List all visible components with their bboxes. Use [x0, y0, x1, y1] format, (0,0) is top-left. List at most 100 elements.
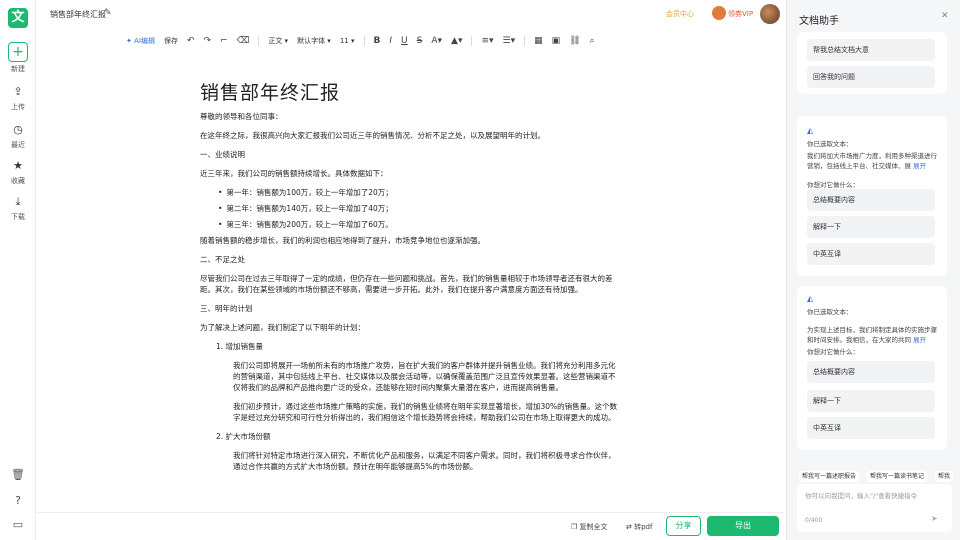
summary-option[interactable]: 总结概要内容	[807, 361, 935, 383]
plan-heading: 1. 增加销售量	[216, 342, 264, 351]
export-button[interactable]: 导出	[707, 516, 779, 536]
copy-all-button[interactable]: ❐ 复制全文	[571, 522, 608, 532]
quick-prompt-notes[interactable]: 帮我写一篇读书笔记	[867, 471, 928, 482]
recent-label: 最近	[11, 141, 25, 149]
share-button[interactable]: 分享	[666, 516, 701, 536]
format-toolbar: ✦ AI编辑 保存 ↶ ↷ ⌐ ⌫ 正文 ▾ 默认字体 ▾ 11 ▾ B I U…	[36, 30, 784, 52]
member-center-link[interactable]: 会员中心	[666, 9, 694, 19]
to-pdf-button[interactable]: ⇄ 转pdf	[626, 522, 652, 532]
selection-card: ◭ 你已选取文本： 为实现上述目标，我们将制定具体的实施步骤和时间安排。我相信，…	[797, 286, 947, 450]
paragraph: 我们公司即将展开一场前所未有的市场推广攻势，旨在扩大我们的客户群体并提升销售业绩…	[233, 361, 616, 392]
app-logo: 文	[8, 8, 28, 28]
assistant-title: 文档助手	[799, 16, 839, 27]
save-button[interactable]: 保存	[164, 36, 178, 46]
underline-icon[interactable]: U	[401, 36, 408, 46]
style-select[interactable]: 正文 ▾	[268, 36, 288, 46]
bold-icon[interactable]: B	[374, 36, 381, 46]
search-icon[interactable]: ⌕	[590, 36, 595, 46]
table-icon[interactable]: ▦	[534, 36, 543, 46]
upload-icon: ⇪	[13, 85, 23, 98]
plus-icon: +	[8, 42, 28, 62]
document-name[interactable]: 销售部年终汇报	[50, 9, 106, 20]
quick-prompt-more[interactable]: 帮我	[935, 471, 954, 482]
selection-card: ◭ 你已选取文本： 我们将加大市场推广力度，利用多种渠道进行营销，包括线上平台、…	[797, 116, 947, 276]
chat-input[interactable]: 你可以向我提问，输入"/"查看快捷指令 0/400 ➤	[797, 484, 952, 532]
section-heading: 三、明年的计划	[200, 304, 253, 313]
recent-button[interactable]: ◷ 最近	[0, 122, 36, 150]
quick-prompt-report[interactable]: 帮我写一篇述职报告	[799, 471, 860, 482]
ai-edit-label: AI编辑	[134, 37, 155, 45]
download-icon: ⤓	[15, 195, 21, 208]
intro-paragraph: 在这年终之际，我很高兴向大家汇报我们公司近三年的销售情况、分析不足之处，以及展望…	[200, 131, 545, 140]
style-value: 正文	[268, 37, 283, 45]
document-title: 销售部年终汇报	[200, 82, 341, 104]
paragraph: 为了解决上述问题，我们制定了以下明年的计划：	[200, 323, 365, 332]
chat-input-placeholder: 你可以向我提问，输入"/"查看快捷指令	[805, 492, 918, 500]
list-item: 第二年：销售额为140万，较上一年增加了40万；	[200, 203, 620, 214]
paragraph: 我们将针对特定市场进行深入研究，不断优化产品和服务，以满足不同客户需求。同时，我…	[233, 451, 616, 471]
char-counter: 0/400	[805, 517, 823, 524]
selected-text: 为实现上述目标，我们将制定具体的实施步骤和时间安排。我相信，在大家的共同 展开	[807, 326, 939, 345]
divider	[471, 36, 473, 46]
trash-icon[interactable]: 🗑	[10, 468, 26, 484]
paragraph: 近三年来，我们公司的销售额持续增长。具体数据如下：	[200, 169, 388, 178]
new-button[interactable]: + 新建	[0, 42, 36, 74]
translate-option[interactable]: 中英互译	[807, 417, 935, 439]
download-button[interactable]: ⤓ 下载	[0, 194, 36, 222]
divider	[258, 36, 260, 46]
section-heading: 二、不足之处	[200, 255, 245, 264]
document-page[interactable]: 销售部年终汇报 尊敬的领导和各位同事： 在这年终之际，我很高兴向大家汇报我们公司…	[200, 52, 620, 512]
upload-button[interactable]: ⇪ 上传	[0, 84, 36, 112]
assistant-icon: ◭	[807, 294, 814, 303]
undo-icon[interactable]: ↶	[187, 36, 195, 46]
selected-text: 我们将加大市场推广力度，利用多种渠道进行营销，包括线上平台、社交媒体、展 展开	[807, 152, 939, 171]
expand-link[interactable]: 展开	[913, 162, 926, 170]
download-label: 下载	[11, 213, 25, 221]
selection-label: 你已选取文本：	[807, 308, 853, 316]
translate-option[interactable]: 中英互译	[807, 243, 935, 265]
bottom-bar: ❐ 复制全文 ⇄ 转pdf 分享 导出	[36, 512, 784, 540]
divider	[524, 36, 526, 46]
list-icon[interactable]: ☰▾	[503, 36, 516, 46]
divider	[363, 36, 365, 46]
user-avatar[interactable]	[760, 4, 780, 24]
pencil-icon[interactable]: ✎	[104, 8, 112, 18]
eraser-icon[interactable]: ⌫	[237, 36, 250, 46]
align-icon[interactable]: ≡▾	[481, 36, 493, 46]
new-label: 新建	[11, 65, 25, 73]
format-painter-icon[interactable]: ⌐	[220, 36, 228, 46]
vip-coupon-link[interactable]: 领券VIP	[728, 9, 753, 19]
font-select[interactable]: 默认字体 ▾	[297, 36, 331, 46]
paragraph: 我们初步预计，通过这些市场推广策略的实施，我们的销售业绩将在明年实现显著增长，增…	[233, 402, 618, 422]
to-pdf-label: 转pdf	[634, 523, 653, 531]
redo-icon[interactable]: ↷	[204, 36, 212, 46]
suggestion-card: 帮我总结文档大意 回答我的问题	[797, 32, 947, 94]
image-icon[interactable]: ▣	[552, 36, 561, 46]
list-item: 第三年：销售额为200万，较上一年增加了60万。	[200, 219, 620, 230]
send-icon[interactable]: ➤	[931, 514, 945, 526]
font-color-icon[interactable]: A▾	[431, 36, 442, 46]
strikethrough-icon[interactable]: S	[417, 36, 423, 46]
help-icon[interactable]: ?	[10, 494, 26, 510]
vip-avatar	[712, 6, 726, 20]
upload-label: 上传	[11, 103, 25, 111]
clock-icon: ◷	[13, 123, 23, 136]
summary-option[interactable]: 总结概要内容	[807, 189, 935, 211]
paragraph: 随着销售额的稳步增长，我们的利润也相应地得到了提升，市场竞争地位也逐渐加强。	[200, 236, 485, 245]
favorites-button[interactable]: ★ 收藏	[0, 158, 36, 186]
font-value: 默认字体	[297, 37, 326, 45]
feedback-icon[interactable]: ▭	[10, 518, 26, 534]
ai-edit-button[interactable]: ✦ AI编辑	[126, 36, 155, 46]
size-select[interactable]: 11 ▾	[340, 37, 355, 45]
top-bar: 销售部年终汇报 ✎ 会员中心 领券VIP	[36, 0, 784, 30]
assistant-panel: 文档助手 ✕ 帮我总结文档大意 回答我的问题 ◭ 你已选取文本： 我们将加大市场…	[786, 0, 960, 540]
explain-option[interactable]: 解释一下	[807, 390, 935, 412]
highlight-icon[interactable]: ▲▾	[451, 36, 462, 46]
summarize-doc-chip[interactable]: 帮我总结文档大意	[807, 39, 935, 61]
expand-link[interactable]: 展开	[913, 336, 926, 344]
italic-icon[interactable]: I	[389, 36, 392, 46]
close-icon[interactable]: ✕	[941, 11, 949, 21]
link-icon[interactable]: ⛓	[569, 36, 580, 46]
answer-question-chip[interactable]: 回答我的问题	[807, 66, 935, 88]
explain-option[interactable]: 解释一下	[807, 216, 935, 238]
